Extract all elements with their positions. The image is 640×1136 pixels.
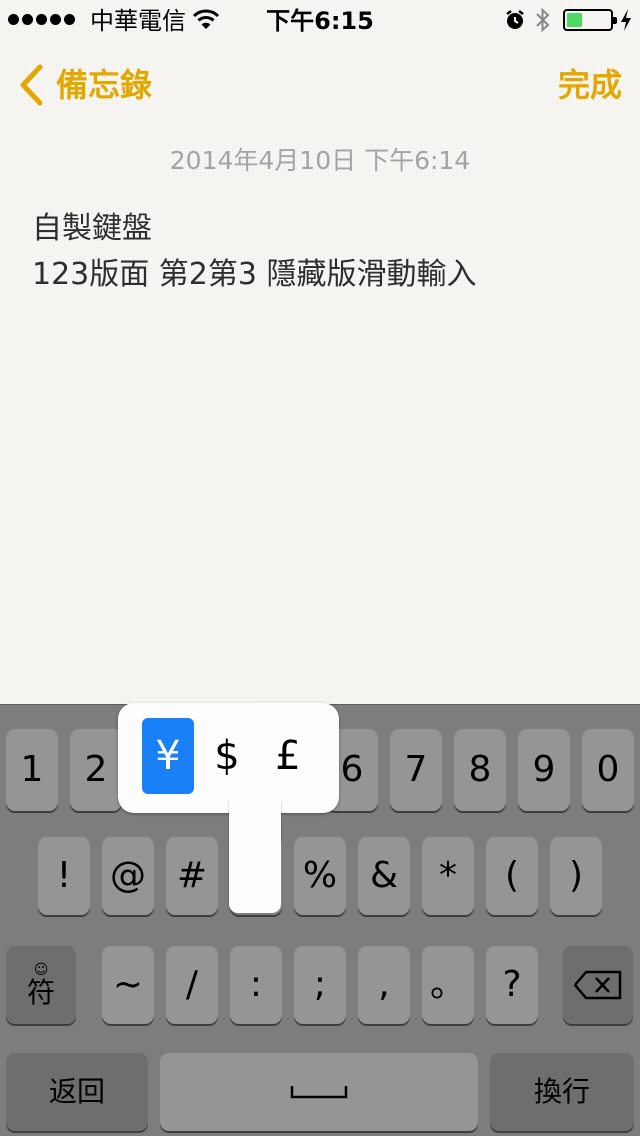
key-open-paren[interactable]: ( xyxy=(486,837,538,915)
key-question[interactable]: ? xyxy=(486,946,538,1024)
key-ampersand[interactable]: & xyxy=(358,837,410,915)
status-bar: 中華電信 下午6:15 xyxy=(0,0,640,40)
key-period[interactable]: 。 xyxy=(422,946,474,1024)
key-9[interactable]: 9 xyxy=(518,729,570,811)
key-close-paren[interactable]: ) xyxy=(550,837,602,915)
key-exclamation[interactable]: ! xyxy=(38,837,90,915)
chevron-left-icon xyxy=(20,64,43,106)
currency-option-dollar[interactable]: $ xyxy=(201,718,253,794)
done-button[interactable]: 完成 xyxy=(558,62,622,108)
space-icon xyxy=(290,1086,348,1099)
key-8[interactable]: 8 xyxy=(454,729,506,811)
key-comma[interactable]: , xyxy=(358,946,410,1024)
back-key[interactable]: 返回 xyxy=(6,1053,148,1131)
back-button-label: 備忘錄 xyxy=(56,66,153,104)
alarm-icon xyxy=(506,10,524,29)
back-key-label: 返回 xyxy=(48,1075,105,1108)
delete-key[interactable] xyxy=(563,946,633,1024)
symbol-key[interactable]: ☺ 符 xyxy=(6,946,76,1024)
key-hash[interactable]: # xyxy=(166,837,218,915)
key-0[interactable]: 0 xyxy=(582,729,634,811)
currency-option-yen[interactable]: ¥ xyxy=(142,718,194,794)
key-2[interactable]: 2 xyxy=(70,729,122,811)
bluetooth-icon xyxy=(536,7,550,33)
currency-option-pound[interactable]: £ xyxy=(262,718,314,794)
key-colon[interactable]: : xyxy=(230,946,282,1024)
key-slash[interactable]: / xyxy=(166,946,218,1024)
return-key[interactable]: 換行 xyxy=(490,1053,634,1131)
key-asterisk[interactable]: * xyxy=(422,837,474,915)
key-7[interactable]: 7 xyxy=(390,729,442,811)
return-key-label: 換行 xyxy=(533,1075,590,1108)
back-button[interactable]: 備忘錄 xyxy=(18,62,152,108)
backspace-icon xyxy=(573,970,622,1000)
symbol-key-label: 符 xyxy=(26,976,55,1009)
key-1[interactable]: 1 xyxy=(6,729,58,811)
note-text-area[interactable]: 自製鍵盤 123版面 第2第3 隱藏版滑動輸入 xyxy=(32,206,612,298)
battery-icon xyxy=(563,9,617,31)
key-tilde[interactable]: ~ xyxy=(102,946,154,1024)
key-semicolon[interactable]: ; xyxy=(294,946,346,1024)
key-percent[interactable]: % xyxy=(294,837,346,915)
note-date: 2014年4月10日 下午6:14 xyxy=(169,146,471,175)
currency-popup-stem xyxy=(229,800,281,913)
smiley-icon: ☺ xyxy=(33,962,49,978)
space-key[interactable] xyxy=(160,1053,478,1131)
note-line: 123版面 第2第3 隱藏版滑動輸入 xyxy=(32,257,477,292)
charging-icon xyxy=(621,9,631,31)
note-line: 自製鍵盤 xyxy=(32,211,152,246)
key-at[interactable]: @ xyxy=(102,837,154,915)
